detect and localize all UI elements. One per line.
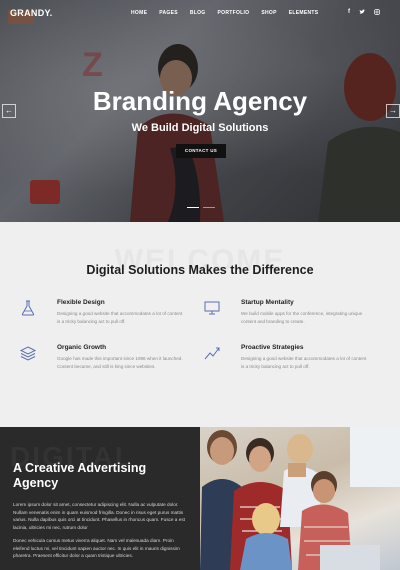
team-photo-image <box>200 427 400 570</box>
hero-title: Branding Agency <box>92 86 308 116</box>
services-section: WELCOME Digital Solutions Makes the Diff… <box>0 222 400 427</box>
service-title: Proactive Strategies <box>241 344 304 351</box>
menu-item-blog[interactable]: BLOG <box>190 10 206 16</box>
menu-item-elements[interactable]: ELEMENTS <box>289 10 319 16</box>
creative-paragraph-1: Lorem ipsum dolor sit amet, consectetur … <box>13 502 185 530</box>
top-navigation: GRANDY. HOME PAGES BLOG PORTFOLIO SHOP E… <box>0 0 400 26</box>
creative-paragraph-2: Donec vehicula cursus metus viverra aliq… <box>13 538 180 559</box>
service-title: Organic Growth <box>57 344 107 351</box>
service-description: Designing a good website that accommodat… <box>57 311 183 324</box>
monitor-icon <box>204 301 220 315</box>
slider-pagination <box>187 207 219 208</box>
site-logo[interactable]: GRANDY. <box>10 8 53 18</box>
menu-item-pages[interactable]: PAGES <box>159 10 178 16</box>
section-title: Digital Solutions Makes the Difference <box>86 263 314 277</box>
hero-subtitle: We Build Digital Solutions <box>131 122 269 134</box>
instagram-icon[interactable] <box>374 9 380 17</box>
menu-item-portfolio[interactable]: PORTFOLIO <box>218 10 250 16</box>
flask-icon <box>21 300 35 316</box>
menu-item-home[interactable]: HOME <box>131 10 147 16</box>
service-description: We build mobile apps for the conference,… <box>241 311 363 324</box>
slider-dot-2[interactable] <box>203 207 215 208</box>
contact-us-button[interactable]: CONTACT US <box>176 144 226 158</box>
menu-item-shop[interactable]: SHOP <box>261 10 276 16</box>
facebook-icon[interactable]: f <box>348 9 350 17</box>
creative-agency-section: DIGITAL A Creative Advertising Agency Lo… <box>0 427 200 570</box>
chart-line-icon <box>204 347 220 360</box>
service-description: Designing a good website that accommodat… <box>241 356 367 369</box>
service-title: Startup Mentality <box>241 299 294 306</box>
main-menu: HOME PAGES BLOG PORTFOLIO SHOP ELEMENTS <box>131 10 330 16</box>
social-links: f <box>348 9 389 17</box>
layers-icon <box>19 346 37 361</box>
hero-slider: Z GRANDY. HOME PAGES BLOG PORTFOLIO SHOP… <box>0 0 400 222</box>
twitter-icon[interactable] <box>359 9 365 17</box>
service-title: Flexible Design <box>57 299 105 306</box>
service-description: Google has made this important since 199… <box>57 356 183 369</box>
creative-title: A Creative Advertising Agency <box>13 461 147 490</box>
slider-dot-1[interactable] <box>187 207 199 208</box>
